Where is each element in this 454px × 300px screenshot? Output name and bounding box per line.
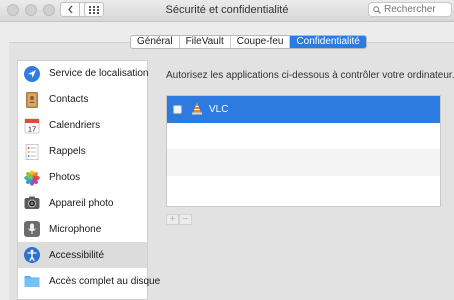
contacts-book-icon: [23, 91, 41, 109]
add-remove-controls: + −: [166, 214, 192, 225]
title-bar: Sécurité et confidentialité: [0, 0, 454, 22]
sidebar-item-label: Photos: [49, 172, 81, 183]
sidebar-item-label: Rappels: [49, 146, 86, 158]
app-enable-checkbox[interactable]: [173, 104, 182, 114]
sidebar-item-label: Contacts: [49, 94, 89, 106]
sidebar-item-photos[interactable]: Photos: [18, 165, 147, 191]
camera-icon: [23, 194, 41, 212]
sidebar-item-microphone[interactable]: Microphone: [18, 216, 147, 242]
sidebar-item-accessibility[interactable]: Accessibilité: [18, 242, 147, 269]
app-row-empty: [167, 123, 440, 150]
search-field[interactable]: [368, 2, 452, 17]
remove-app-button[interactable]: −: [179, 214, 192, 225]
app-row-vlc[interactable]: VLC: [167, 96, 440, 123]
sidebar-item-label: Accès complet au disque: [49, 275, 161, 287]
accessibility-description: Autorisez les applications ci-dessous à …: [166, 70, 454, 81]
tab-general[interactable]: Général: [131, 36, 180, 48]
calendar-icon: 17: [23, 117, 41, 135]
add-app-button[interactable]: +: [166, 214, 179, 225]
tab-filevault[interactable]: FileVault: [180, 36, 231, 48]
tab-bar: Général FileVault Coupe-feu Confidential…: [130, 35, 367, 49]
calendar-day-label: 17: [28, 124, 36, 133]
sidebar-item-label: Accessibilité: [49, 249, 105, 261]
sidebar-item-camera[interactable]: Appareil photo: [18, 190, 147, 216]
sidebar-item-label: Appareil photo: [49, 197, 114, 209]
app-row-empty: [167, 176, 440, 203]
sidebar-item-calendars[interactable]: 17 Calendriers: [18, 113, 147, 139]
photos-flower-icon: [23, 169, 41, 187]
app-name: VLC: [209, 103, 229, 115]
microphone-icon: [23, 220, 41, 238]
privacy-category-list[interactable]: Service de localisation Contacts 17 Cale…: [17, 60, 160, 300]
accessibility-icon: [23, 246, 41, 264]
sidebar-item-label: Calendriers: [49, 120, 101, 132]
vlc-cone-icon: [190, 101, 204, 118]
sidebar-item-location[interactable]: Service de localisation: [18, 61, 149, 87]
sidebar-item-contacts[interactable]: Contacts: [18, 87, 147, 113]
tab-confidentialite[interactable]: Confidentialité: [290, 36, 366, 48]
app-list[interactable]: VLC: [166, 95, 441, 207]
sidebar-item-reminders[interactable]: Rappels: [18, 139, 147, 165]
app-row-empty: [167, 149, 440, 176]
folder-icon: [23, 272, 41, 290]
search-input[interactable]: [384, 4, 450, 15]
sidebar-item-full-disk-access[interactable]: Accès complet au disque: [18, 268, 160, 294]
search-icon: [373, 5, 381, 14]
location-arrow-icon: [23, 65, 41, 83]
tab-coupe-feu[interactable]: Coupe-feu: [231, 36, 291, 48]
reminders-list-icon: [23, 143, 41, 161]
sidebar-item-label: Microphone: [49, 223, 102, 235]
sidebar-item-label: Service de localisation: [49, 68, 149, 80]
